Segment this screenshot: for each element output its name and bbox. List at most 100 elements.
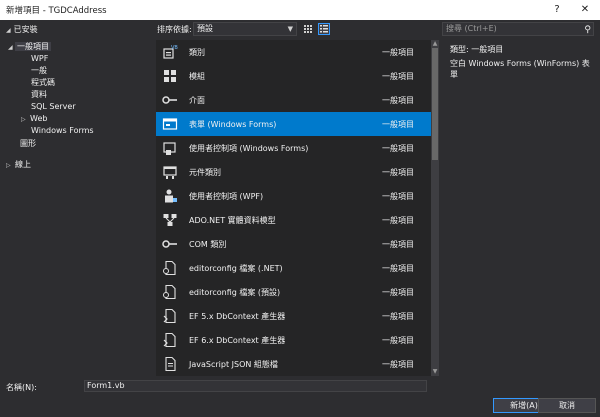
tree-item-label: Windows Forms	[31, 126, 94, 135]
close-button[interactable]: ✕	[576, 2, 594, 18]
window-title: 新增項目 - TGDCAddress	[6, 6, 107, 16]
form-icon	[162, 118, 178, 130]
item-description: 空白 Windows Forms (WinForms) 表單	[450, 59, 590, 79]
item-category: 一般項目	[382, 264, 414, 273]
component-icon	[163, 166, 177, 179]
item-category: 一般項目	[382, 72, 414, 81]
sort-select[interactable]: 預設 ▼	[193, 22, 297, 36]
entity-model-icon	[163, 214, 177, 226]
item-name: COM 類別	[189, 240, 227, 249]
item-category: 一般項目	[382, 336, 414, 345]
wpf-control-icon	[165, 189, 177, 203]
tree-item-online[interactable]: ▷ 線上	[6, 159, 31, 171]
sort-label: 排序依據:	[157, 25, 192, 34]
search-icon[interactable]: ⚲	[584, 24, 591, 36]
com-class-icon	[162, 240, 177, 248]
item-category: 一般項目	[382, 360, 414, 369]
item-name: editorconfig 檔案 (.NET)	[189, 264, 283, 273]
collapse-arrow-icon: ◢	[6, 27, 11, 34]
item-name: 類別	[189, 48, 205, 57]
template-list: VB 類別 一般項目 模組 一般項目 介面 一般項目 表單 (Windows F…	[156, 40, 431, 376]
list-item[interactable]: editorconfig 檔案 (.NET) 一般項目	[156, 256, 431, 280]
tree-item-label: 一般	[31, 66, 47, 75]
installed-label: 已安裝	[13, 25, 38, 34]
tree-item-label: 程式碼	[31, 78, 55, 87]
list-item[interactable]: 元件類別 一般項目	[156, 160, 431, 184]
list-item[interactable]: 介面 一般項目	[156, 88, 431, 112]
scroll-up-icon[interactable]: ▲	[431, 40, 439, 48]
sort-value: 預設	[197, 24, 213, 33]
list-item[interactable]: ADO.NET 實體資料模型 一般項目	[156, 208, 431, 232]
tree-item-wpf[interactable]: WPF	[31, 53, 48, 65]
list-item[interactable]: 模組 一般項目	[156, 64, 431, 88]
ef-icon	[163, 332, 176, 348]
chevron-down-icon: ▼	[287, 25, 293, 33]
search-placeholder: 搜尋 (Ctrl+E)	[446, 24, 497, 33]
collapsed-arrow-icon[interactable]: ▷	[6, 160, 15, 172]
tree-item-sql-server[interactable]: SQL Server	[31, 101, 76, 113]
title-bar: 新增項目 - TGDCAddress ? ✕	[0, 0, 600, 20]
file-icon	[163, 260, 176, 276]
item-name: 模組	[189, 72, 205, 81]
tree-item-label: Web	[30, 114, 48, 123]
tree-item-code[interactable]: 程式碼	[31, 77, 55, 89]
item-name: 元件類別	[189, 168, 221, 177]
file-icon	[163, 284, 176, 300]
item-name: 使用者控制項 (WPF)	[189, 192, 264, 201]
type-row: 類型: 一般項目	[450, 44, 595, 55]
item-category: 一般項目	[382, 216, 414, 225]
ef-icon	[163, 308, 176, 324]
scroll-down-icon[interactable]: ▼	[431, 368, 439, 376]
type-label: 類型:	[450, 45, 469, 54]
name-label: 名稱(N):	[6, 383, 37, 392]
name-field[interactable]: Form1.vb	[84, 380, 427, 392]
tree-item-graphics[interactable]: 圖形	[20, 138, 36, 150]
item-category: 一般項目	[382, 288, 414, 297]
list-item[interactable]: 使用者控制項 (WPF) 一般項目	[156, 184, 431, 208]
tree-item-data[interactable]: 資料	[31, 89, 47, 101]
list-item[interactable]: editorconfig 檔案 (預設) 一般項目	[156, 280, 431, 304]
tree-item-general-sub[interactable]: 一般	[31, 65, 47, 77]
item-name: 表單 (Windows Forms)	[189, 120, 277, 129]
grid-view-button[interactable]	[302, 23, 314, 35]
list-item[interactable]: VB 類別 一般項目	[156, 40, 431, 64]
user-control-icon	[163, 142, 176, 155]
json-icon	[165, 356, 176, 372]
installed-header[interactable]: ◢ 已安裝	[6, 24, 38, 35]
interface-icon	[162, 96, 177, 104]
name-field-value: Form1.vb	[87, 381, 125, 390]
cancel-button[interactable]: 取消	[538, 398, 596, 413]
item-category: 一般項目	[382, 168, 414, 177]
list-item[interactable]: JavaScript JSON 組態檔 一般項目	[156, 352, 431, 376]
tree-item-windows-forms[interactable]: Windows Forms	[31, 125, 94, 137]
tree-item-label: SQL Server	[31, 102, 76, 111]
type-value: 一般項目	[471, 45, 504, 54]
item-name: 介面	[189, 96, 205, 105]
grid-view-icon	[304, 25, 312, 33]
item-name: ADO.NET 實體資料模型	[189, 216, 276, 225]
tree-item-web[interactable]: ▷ Web	[21, 113, 47, 125]
help-button[interactable]: ?	[548, 2, 566, 18]
list-view-icon	[320, 25, 328, 33]
list-item-selected[interactable]: 表單 (Windows Forms) 一般項目	[156, 112, 431, 136]
details-pane: 類型: 一般項目 空白 Windows Forms (WinForms) 表單	[450, 44, 595, 80]
item-name: editorconfig 檔案 (預設)	[189, 288, 281, 297]
tree-item-general[interactable]: ◢ 一般項目	[8, 41, 51, 53]
tree-item-label: 一般項目	[15, 42, 51, 51]
list-item[interactable]: 使用者控制項 (Windows Forms) 一般項目	[156, 136, 431, 160]
collapsed-arrow-icon[interactable]: ▷	[21, 114, 30, 126]
item-category: 一般項目	[382, 48, 414, 57]
tree-item-label: 圖形	[20, 139, 36, 148]
list-item[interactable]: EF 6.x DbContext 產生器 一般項目	[156, 328, 431, 352]
list-item[interactable]: COM 類別 一般項目	[156, 232, 431, 256]
tree-item-label: WPF	[31, 54, 49, 63]
item-name: 使用者控制項 (Windows Forms)	[189, 144, 309, 153]
list-scrollbar[interactable]: ▲ ▼	[431, 40, 439, 376]
item-name: JavaScript JSON 組態檔	[189, 360, 278, 369]
item-category: 一般項目	[382, 96, 414, 105]
scroll-thumb[interactable]	[432, 48, 438, 160]
list-item[interactable]: EF 5.x DbContext 產生器 一般項目	[156, 304, 431, 328]
list-view-button[interactable]	[318, 23, 330, 35]
tree-item-label: 資料	[31, 90, 47, 99]
search-input[interactable]: 搜尋 (Ctrl+E) ⚲	[442, 22, 594, 36]
